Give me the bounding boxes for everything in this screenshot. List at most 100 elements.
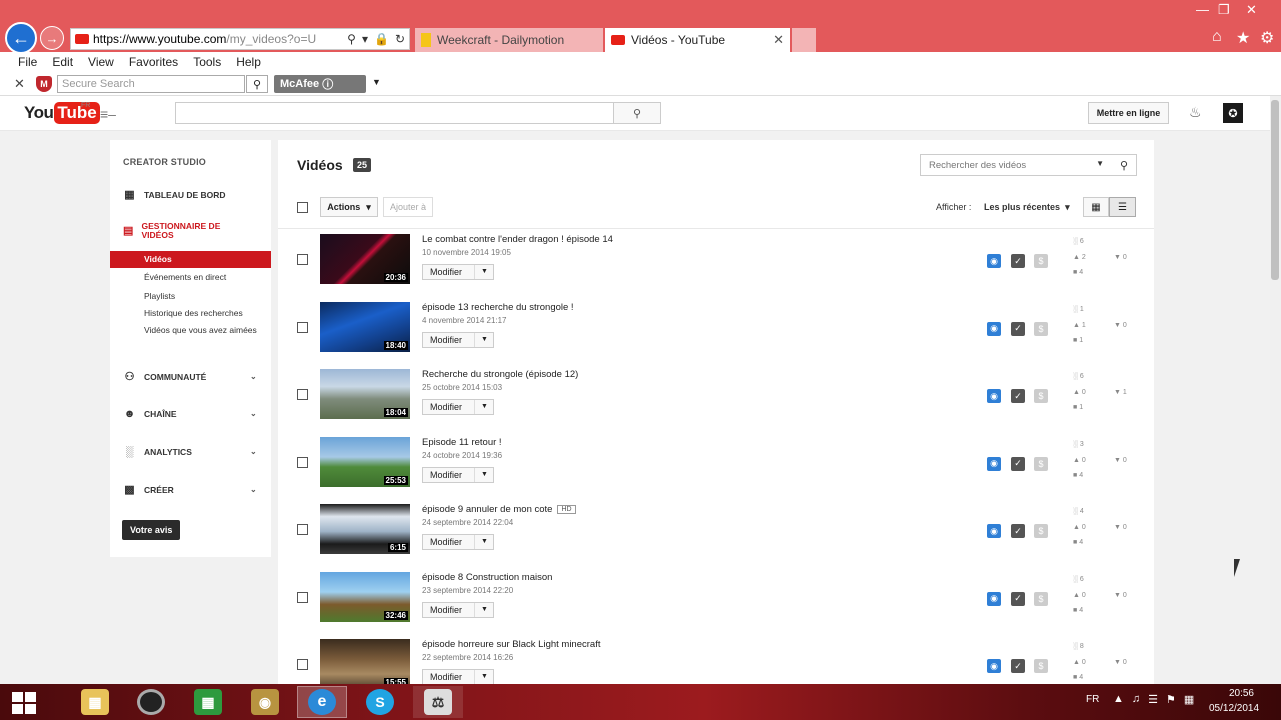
address-bar[interactable]: https://www.youtube.com/my_videos?o=U ⚲ … <box>70 28 410 50</box>
language-indicator[interactable]: FR <box>1086 694 1099 705</box>
video-checkbox[interactable] <box>297 524 308 535</box>
video-title[interactable]: épisode 9 annuler de mon cote HD <box>422 504 576 515</box>
volume-icon[interactable]: ♫ <box>1132 693 1140 706</box>
check-icon[interactable]: ✓ <box>1011 659 1025 673</box>
sidebar-item-create[interactable]: ▩ CRÉER ⌄ <box>123 483 256 496</box>
edit-button[interactable]: Modifier ▼ <box>422 264 494 280</box>
taskbar-store[interactable]: ▦ <box>183 686 233 718</box>
video-checkbox[interactable] <box>297 389 308 400</box>
new-tab-button[interactable] <box>792 28 816 52</box>
check-icon[interactable]: ✓ <box>1011 389 1025 403</box>
video-thumbnail[interactable]: 15:55 <box>320 639 410 689</box>
edit-button[interactable]: Modifier ▼ <box>422 331 494 348</box>
clock-time[interactable]: 20:56 <box>1222 688 1254 699</box>
sidebar-item-community[interactable]: ⚇ COMMUNAUTÉ ⌄ <box>123 370 257 383</box>
check-icon[interactable]: ✓ <box>1011 321 1025 336</box>
public-globe-icon[interactable]: ◉ <box>987 456 1001 471</box>
home-icon[interactable]: ⌂ <box>1212 28 1222 46</box>
upload-button[interactable]: Mettre en ligne <box>1088 102 1169 124</box>
search-icon[interactable]: ⚲ <box>1120 159 1128 172</box>
taskbar-game[interactable]: ⚖ <box>413 686 463 718</box>
video-checkbox[interactable] <box>297 254 308 265</box>
chevron-down-icon[interactable]: ▼ <box>481 403 488 410</box>
mcafee-button[interactable]: McAfee ⓘ <box>274 75 366 93</box>
sidebar-item-live-events[interactable]: Événements en direct <box>144 272 264 283</box>
sidebar-item-videos[interactable]: Vidéos <box>110 251 271 268</box>
sort-dropdown[interactable]: Les plus récentes ▾ <box>984 202 1070 213</box>
menu-view[interactable]: View <box>88 55 114 69</box>
gear-icon[interactable]: ⚙ <box>1260 28 1274 48</box>
public-globe-icon[interactable]: ◉ <box>987 591 1001 606</box>
video-search-input[interactable]: Rechercher des vidéos ▼ ⚲ <box>920 154 1137 176</box>
dropdown-icon[interactable]: ▾ <box>362 32 368 46</box>
public-globe-icon[interactable]: ◉ <box>987 321 1001 336</box>
secure-search-button[interactable]: ⚲ <box>246 75 268 93</box>
video-thumbnail[interactable]: 20:36 <box>320 234 410 284</box>
menu-favorites[interactable]: Favorites <box>129 55 178 69</box>
video-checkbox[interactable] <box>297 321 308 333</box>
video-title[interactable]: Episode 11 retour ! <box>422 437 502 448</box>
notification-flag-icon[interactable]: ⚑ <box>1166 693 1176 706</box>
video-thumbnail[interactable]: 18:40 <box>320 301 410 352</box>
check-icon[interactable]: ✓ <box>1011 524 1025 538</box>
public-globe-icon[interactable]: ◉ <box>987 659 1001 673</box>
guide-menu-icon[interactable]: ≡– <box>100 106 116 122</box>
tab-dailymotion[interactable]: Weekcraft - Dailymotion <box>415 28 603 52</box>
monetization-icon[interactable]: $ <box>1034 591 1048 606</box>
video-title[interactable]: épisode 13 recherche du strongole ! <box>422 302 574 313</box>
taskbar-internet-explorer[interactable]: e <box>297 686 347 718</box>
menu-help[interactable]: Help <box>236 55 261 69</box>
network-icon[interactable]: ☰ <box>1148 693 1158 706</box>
video-thumbnail[interactable]: 25:53 <box>320 436 410 487</box>
action-center-icon[interactable]: ▦ <box>1184 693 1194 706</box>
tab-youtube[interactable]: Vidéos - YouTube ✕ <box>605 28 790 52</box>
forward-button[interactable]: → <box>40 26 64 50</box>
chevron-down-icon[interactable]: ▼ <box>372 77 381 87</box>
close-toolbar-icon[interactable]: ✕ <box>14 76 25 92</box>
monetization-icon[interactable]: $ <box>1034 389 1048 403</box>
youtube-search-button[interactable]: ⚲ <box>613 102 661 124</box>
feedback-button[interactable]: Votre avis <box>122 520 181 540</box>
video-thumbnail[interactable]: 6:15 <box>320 504 410 554</box>
back-button[interactable]: ← <box>5 22 37 54</box>
monetization-icon[interactable]: $ <box>1034 254 1048 268</box>
video-title[interactable]: épisode 8 Construction maison <box>422 572 552 583</box>
sidebar-item-liked-videos[interactable]: Vidéos que vous avez aimées <box>144 325 264 336</box>
avatar[interactable]: ✪ <box>1223 103 1243 123</box>
chevron-down-icon[interactable]: ▼ <box>481 606 488 613</box>
chevron-down-icon[interactable]: ▼ <box>481 471 488 478</box>
edit-button[interactable]: Modifier ▼ <box>422 466 494 483</box>
sidebar-item-channel[interactable]: ☻ CHAÎNE ⌄ <box>123 407 257 420</box>
edit-button[interactable]: Modifier ▼ <box>422 601 494 618</box>
restore-icon[interactable]: ❐ <box>1218 2 1230 18</box>
check-icon[interactable]: ✓ <box>1011 591 1025 606</box>
taskbar-app[interactable]: ◉ <box>240 686 290 718</box>
video-checkbox[interactable] <box>297 456 308 468</box>
check-icon[interactable]: ✓ <box>1011 456 1025 471</box>
taskbar-media-player[interactable] <box>126 686 176 718</box>
list-view-button[interactable]: ☰ <box>1109 197 1136 217</box>
public-globe-icon[interactable]: ◉ <box>987 254 1001 268</box>
youtube-search-input[interactable] <box>175 102 615 124</box>
lock-icon[interactable]: 🔒 <box>374 32 389 46</box>
notifications-bell-icon[interactable]: ♨ <box>1189 104 1202 121</box>
menu-edit[interactable]: Edit <box>52 55 73 69</box>
sidebar-item-search-history[interactable]: Historique des recherches <box>144 308 264 319</box>
sidebar-item-video-manager[interactable]: ▤ GESTIONNAIRE DE VIDÉOS <box>123 222 233 240</box>
chevron-down-icon[interactable]: ▼ <box>481 673 488 680</box>
clock-date[interactable]: 05/12/2014 <box>1209 703 1259 714</box>
monetization-icon[interactable]: $ <box>1034 321 1048 336</box>
chevron-down-icon[interactable]: ▼ <box>481 336 488 343</box>
video-checkbox[interactable] <box>297 659 308 670</box>
monetization-icon[interactable]: $ <box>1034 524 1048 538</box>
edit-button[interactable]: Modifier ▼ <box>422 534 494 550</box>
video-title[interactable]: épisode horreure sur Black Light minecra… <box>422 639 600 650</box>
favorites-star-icon[interactable]: ★ <box>1236 28 1250 48</box>
public-globe-icon[interactable]: ◉ <box>987 524 1001 538</box>
chevron-up-icon[interactable]: ▲ <box>1113 693 1124 706</box>
add-to-button[interactable]: Ajouter à <box>383 197 433 217</box>
monetization-icon[interactable]: $ <box>1034 659 1048 673</box>
video-title[interactable]: Le combat contre l'ender dragon ! épisod… <box>422 234 613 245</box>
video-thumbnail[interactable]: 18:04 <box>320 369 410 419</box>
video-title[interactable]: Recherche du strongole (épisode 12) <box>422 369 578 380</box>
